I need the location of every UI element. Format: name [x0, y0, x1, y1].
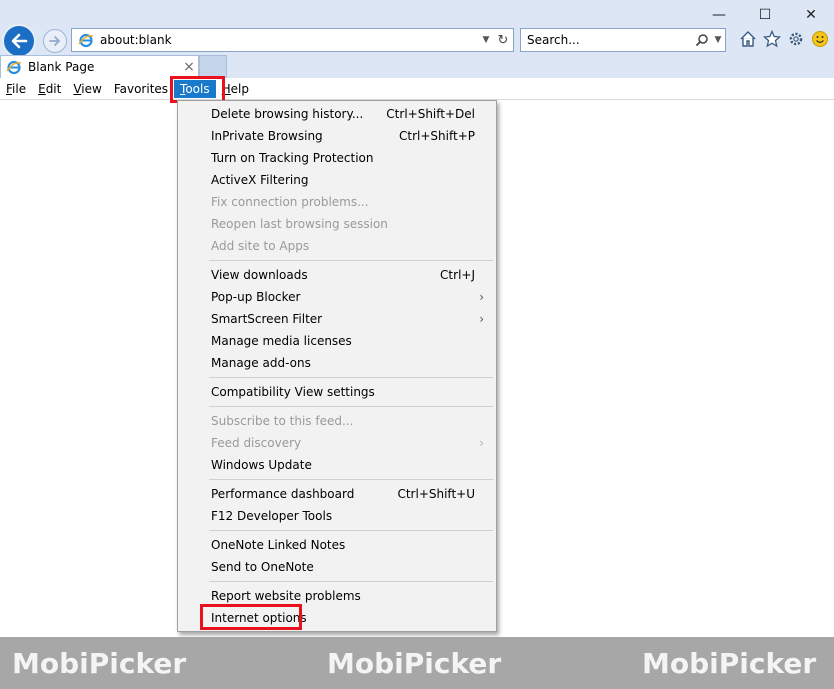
menu-item-inprivate-browsing[interactable]: InPrivate Browsing Ctrl+Shift+P: [178, 125, 496, 147]
menu-file[interactable]: File: [0, 78, 32, 100]
minimize-button[interactable]: —: [696, 0, 742, 30]
tools-dropdown-menu: Delete browsing history... Ctrl+Shift+Del…: [177, 100, 497, 632]
ie-logo-icon: [76, 30, 96, 50]
new-tab-button[interactable]: [199, 55, 227, 78]
arrow-left-icon: [11, 33, 28, 49]
home-icon[interactable]: [737, 28, 759, 50]
chevron-right-icon: ›: [479, 312, 484, 326]
menu-bar: File Edit View Favorites Tools Help: [0, 78, 834, 100]
menu-item-smartscreen-filter[interactable]: SmartScreen Filter ›: [178, 308, 496, 330]
menu-item-performance-dashboard[interactable]: Performance dashboard Ctrl+Shift+U: [178, 483, 496, 505]
menu-item-delete-browsing-history[interactable]: Delete browsing history... Ctrl+Shift+Del: [178, 103, 496, 125]
menu-item-compatibility-view[interactable]: Compatibility View settings: [178, 381, 496, 403]
search-bar[interactable]: Search... ▼: [520, 28, 726, 52]
tab-blank-page[interactable]: Blank Page ×: [0, 55, 199, 78]
menu-item-manage-addons[interactable]: Manage add-ons: [178, 352, 496, 374]
close-button[interactable]: ✕: [788, 0, 834, 30]
menu-item-f12-developer-tools[interactable]: F12 Developer Tools: [178, 505, 496, 527]
menu-separator: [178, 374, 496, 381]
tab-title: Blank Page: [28, 60, 95, 74]
menu-item-subscribe-feed: Subscribe to this feed...: [211, 414, 354, 428]
menu-item-add-site-to-apps: Add site to Apps: [211, 239, 310, 253]
ie-logo-icon: [6, 59, 22, 75]
arrow-right-icon: [49, 36, 60, 46]
menu-separator: [178, 527, 496, 534]
menu-item-manage-media-licenses[interactable]: Manage media licenses: [178, 330, 496, 352]
chevron-right-icon: ›: [479, 436, 484, 450]
forward-button[interactable]: [43, 29, 67, 53]
menu-item-onenote-linked-notes[interactable]: OneNote Linked Notes: [178, 534, 496, 556]
menu-item-send-to-onenote[interactable]: Send to OneNote: [178, 556, 496, 578]
browser-chrome: — ☐ ✕ about:blank ▼ ↻ Search... ▼ Blank …: [0, 0, 834, 78]
menu-item-view-downloads[interactable]: View downloads Ctrl+J: [178, 264, 496, 286]
menu-favorites[interactable]: Favorites: [108, 78, 174, 100]
menu-item-windows-update[interactable]: Windows Update: [178, 454, 496, 476]
window-controls: — ☐ ✕: [696, 0, 834, 30]
address-input[interactable]: about:blank: [100, 33, 479, 47]
menu-item-reopen-session: Reopen last browsing session: [211, 217, 388, 231]
menu-separator: [178, 476, 496, 483]
toolbar-icons: [737, 28, 831, 50]
menu-separator: [178, 257, 496, 264]
menu-item-feed-discovery: Feed discovery ›: [178, 432, 496, 454]
back-button[interactable]: [2, 24, 36, 58]
menu-edit[interactable]: Edit: [32, 78, 67, 100]
mobipicker-logo: MobiPicker: [642, 647, 817, 680]
search-icon[interactable]: [693, 33, 711, 47]
close-tab-icon[interactable]: ×: [180, 59, 198, 75]
menu-separator: [178, 403, 496, 410]
chevron-right-icon: ›: [479, 290, 484, 304]
menu-view[interactable]: View: [67, 78, 107, 100]
search-input[interactable]: Search...: [527, 33, 693, 47]
mobipicker-logo: MobiPicker: [12, 647, 187, 680]
menu-item-activex-filtering[interactable]: ActiveX Filtering: [178, 169, 496, 191]
menu-item-popup-blocker[interactable]: Pop-up Blocker ›: [178, 286, 496, 308]
address-dropdown-icon[interactable]: ▼: [479, 35, 493, 45]
mobipicker-logo: MobiPicker: [327, 647, 502, 680]
smiley-feedback-icon[interactable]: [809, 28, 831, 50]
refresh-icon[interactable]: ↻: [493, 33, 513, 48]
internet-options-highlight-box: [200, 604, 302, 630]
menu-item-fix-connection: Fix connection problems...: [211, 195, 369, 209]
menu-separator: [178, 578, 496, 585]
gear-icon[interactable]: [785, 28, 807, 50]
maximize-button[interactable]: ☐: [742, 0, 788, 30]
favorites-star-icon[interactable]: [761, 28, 783, 50]
address-bar[interactable]: about:blank ▼ ↻: [71, 28, 514, 52]
watermark-footer: MobiPicker MobiPicker MobiPicker: [0, 637, 834, 689]
tools-highlight-box: [170, 76, 225, 103]
search-dropdown-icon[interactable]: ▼: [711, 35, 725, 45]
menu-item-tracking-protection[interactable]: Turn on Tracking Protection: [178, 147, 496, 169]
